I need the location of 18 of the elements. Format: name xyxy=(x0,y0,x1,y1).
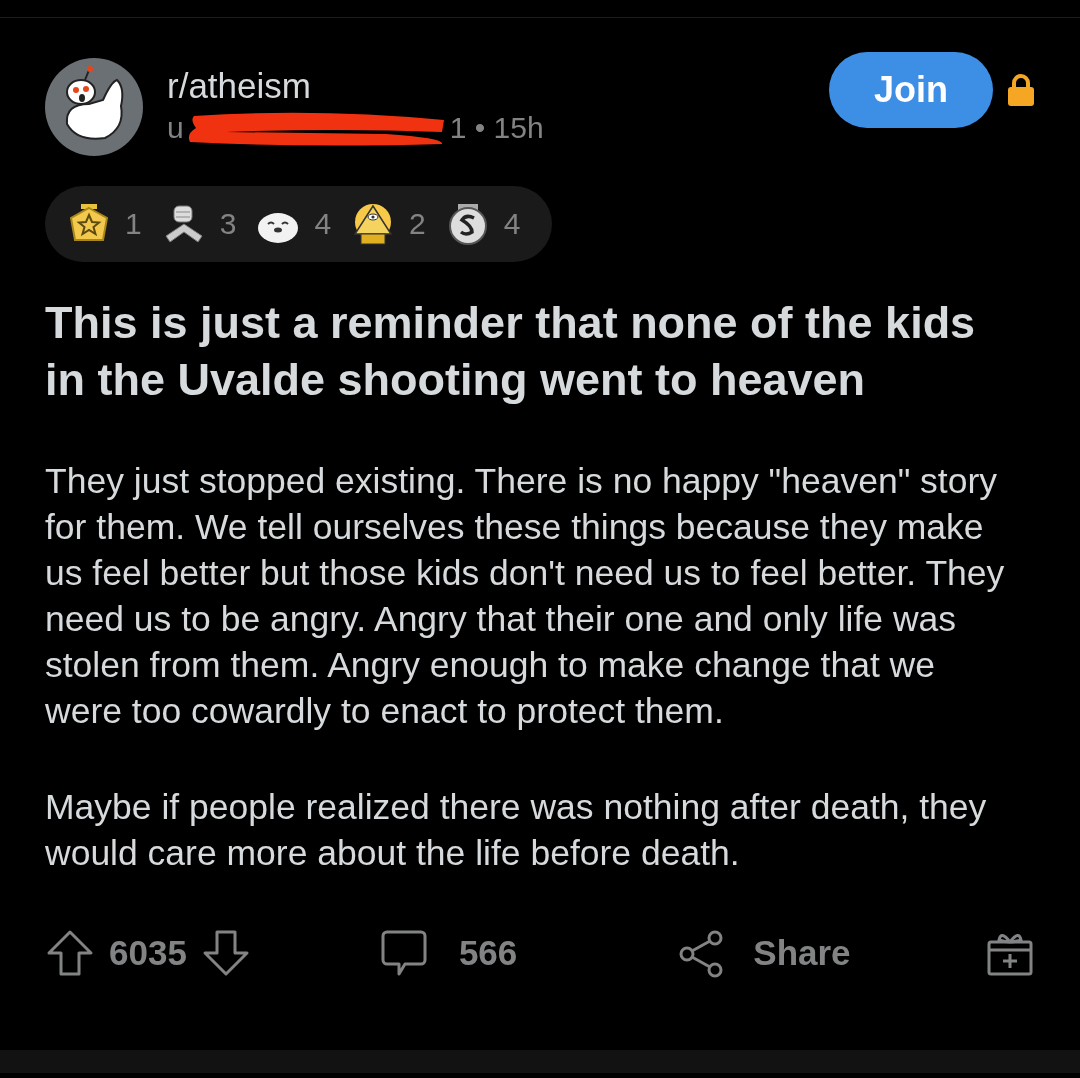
upvote-icon[interactable] xyxy=(45,928,95,978)
award-count: 2 xyxy=(409,207,426,241)
subreddit-avatar-icon[interactable] xyxy=(45,58,143,156)
comment-count[interactable]: 566 xyxy=(458,933,518,973)
join-button[interactable]: Join xyxy=(829,52,993,128)
award-count: 3 xyxy=(219,207,237,241)
vote-count: 6035 xyxy=(109,933,187,973)
subreddit-name[interactable]: r/atheism xyxy=(167,66,829,106)
share-button[interactable]: Share xyxy=(753,933,851,973)
post-paragraph: Maybe if people realized there was nothing after death, they would care more about the life before death. xyxy=(45,786,988,875)
post-age: 1 • 15h xyxy=(449,111,544,145)
award-count: 4 xyxy=(314,207,332,241)
awards-bar[interactable]: 1 3 4 2 4 xyxy=(45,186,553,262)
author-prefix[interactable]: u xyxy=(167,111,184,145)
post-title: This is just a reminder that none of the kids in the Uvalde shooting went to heaven xyxy=(45,296,977,407)
award-count: 4 xyxy=(503,207,521,241)
award-count: 1 xyxy=(125,207,142,241)
post-paragraph: They just stopped existing. There is no happy "heaven" story for them. We tell ourselves these things because they make us feel better but those kids don't need us to feel better. They need us to be angry. Angry that their one and only life was stolen from them. Angry enough to make change that we were too cowardly to enact to protect them. xyxy=(45,460,1006,733)
